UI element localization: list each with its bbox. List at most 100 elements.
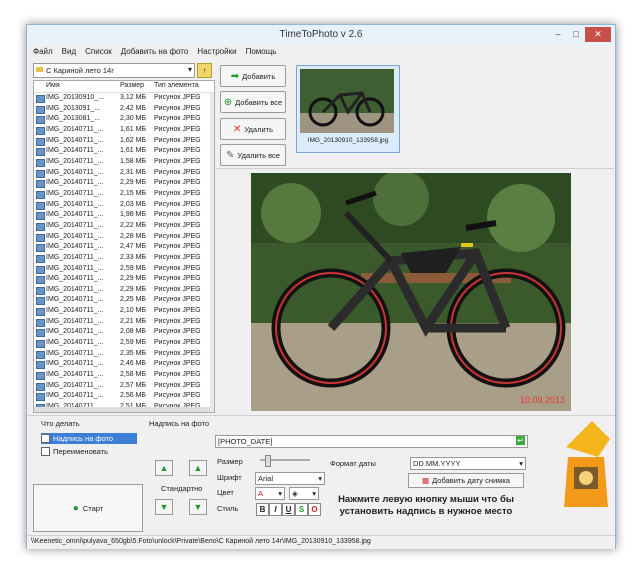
apply-icon[interactable]: ↵ — [516, 436, 525, 445]
vertical-scrollbar[interactable] — [210, 92, 214, 412]
file-row[interactable]: IMG_20140711_... 2,22 МБ Рисунок JPEG — [34, 221, 214, 232]
file-row[interactable]: IMG_20140711_... 2,59 МБ Рисунок JPEG — [34, 338, 214, 349]
chevron-down-icon: ▾ — [519, 459, 523, 468]
checkbox-caption[interactable]: ✓ — [41, 434, 50, 443]
image-file-icon — [36, 393, 45, 402]
fill-color-select[interactable]: ◈ ▾ — [289, 487, 319, 500]
size-slider[interactable] — [260, 455, 310, 467]
placement-hint: Нажмите левую кнопку мыши что бы установ… — [338, 494, 514, 517]
file-row[interactable]: IMG_20140711_... 2,59 МБ Рисунок JPEG — [34, 264, 214, 275]
bold-button[interactable]: B — [256, 503, 269, 516]
move-up-left-button[interactable]: ▲ — [155, 460, 173, 476]
file-type: Рисунок JPEG — [154, 296, 201, 304]
file-row[interactable]: IMG_20140711_... 2,46 МБ Рисунок JPEG — [34, 359, 214, 370]
file-row[interactable]: IMG_20140711_... 2,47 МБ Рисунок JPEG — [34, 242, 214, 253]
file-row[interactable]: IMG_2013081_... 2,30 МБ Рисунок JPEG — [34, 114, 214, 125]
column-type[interactable]: Тип элемента — [154, 82, 199, 89]
file-size: 2,31 МБ — [120, 168, 146, 176]
add-button[interactable]: ➡ Добавить — [220, 65, 286, 87]
move-down-left-button[interactable]: ▼ — [155, 499, 173, 515]
caption-text-input[interactable]: [PHOTO_DATE] ↵ — [215, 435, 528, 448]
window-title: TimeToPhoto v 2.6 — [279, 29, 363, 40]
file-row[interactable]: IMG_20140711_... 2,15 МБ Рисунок JPEG — [34, 189, 214, 200]
outline-button[interactable]: O — [308, 503, 321, 516]
photo-preview[interactable]: 10.09.2013 — [251, 173, 571, 411]
remove-all-button[interactable]: ✎ Удалить все — [220, 144, 286, 166]
menu-view[interactable]: Вид — [62, 45, 76, 58]
date-format-select[interactable]: DD.MM.YYYY ▾ — [410, 457, 526, 470]
file-size: 2,59 МБ — [120, 264, 146, 272]
remove-button[interactable]: ✕ Удалить — [220, 118, 286, 140]
file-row[interactable]: IMG_20140711_... 2,08 МБ Рисунок JPEG — [34, 327, 214, 338]
file-row[interactable]: IMG_2013091_... 2,42 МБ Рисунок JPEG — [34, 104, 214, 115]
slider-thumb[interactable] — [265, 455, 271, 467]
add-all-button[interactable]: ⊕ Добавить все — [220, 91, 286, 113]
file-row[interactable]: IMG_20140711_... 1,98 МБ Рисунок JPEG — [34, 210, 214, 221]
file-row[interactable]: IMG_20140711_... 2,29 МБ Рисунок JPEG — [34, 178, 214, 189]
column-size[interactable]: Размер — [120, 82, 144, 89]
image-file-icon — [36, 297, 45, 306]
add-all-icon: ⊕ — [223, 96, 233, 108]
file-type: Рисунок JPEG — [154, 339, 201, 347]
menu-file[interactable]: Файл — [33, 45, 53, 58]
move-down-right-button[interactable]: ▼ — [189, 499, 207, 515]
horizontal-scrollbar[interactable] — [34, 407, 210, 412]
file-row[interactable]: IMG_20140711_... 1,61 МБ Рисунок JPEG — [34, 125, 214, 136]
minimize-button[interactable]: – — [549, 27, 567, 42]
image-file-icon — [36, 190, 45, 199]
shadow-button[interactable]: S — [295, 503, 308, 516]
maximize-button[interactable]: □ — [567, 27, 585, 42]
file-row[interactable]: IMG_20140711_... 2,58 МБ Рисунок JPEG — [34, 370, 214, 381]
move-up-right-button[interactable]: ▲ — [189, 460, 207, 476]
file-path: \\Keenetic_omni\pulyava_650gb\5.Foto\unl… — [31, 538, 371, 545]
file-row[interactable]: IMG_20140711_... 1,58 МБ Рисунок JPEG — [34, 157, 214, 168]
arrow-right-icon: ➡ — [230, 70, 240, 82]
file-row[interactable]: IMG_20140711_... 2,10 МБ Рисунок JPEG — [34, 306, 214, 317]
file-row[interactable]: IMG_20140711_... 2,29 МБ Рисунок JPEG — [34, 274, 214, 285]
file-type: Рисунок JPEG — [154, 168, 201, 176]
file-size: 2,56 МБ — [120, 392, 146, 400]
chevron-down-icon: ▾ — [278, 489, 282, 498]
date-stamp-overlay[interactable]: 10.09.2013 — [520, 395, 565, 405]
add-date-button[interactable]: ▦ Добавить дату снимка — [408, 473, 524, 488]
italic-button[interactable]: I — [269, 503, 282, 516]
file-row[interactable]: IMG_20140711_... 1,61 МБ Рисунок JPEG — [34, 146, 214, 157]
file-row[interactable]: IMG_20140711_... 2,21 МБ Рисунок JPEG — [34, 317, 214, 328]
add-date-button-label: Добавить дату снимка — [432, 476, 510, 485]
file-size: 2,33 МБ — [120, 253, 146, 261]
caption-text-value: [PHOTO_DATE] — [218, 437, 273, 446]
image-file-icon — [36, 222, 45, 231]
menu-add-to-photo[interactable]: Добавить на фото — [121, 45, 189, 58]
file-row[interactable]: IMG_20140711_... 2,03 МБ Рисунок JPEG — [34, 200, 214, 211]
file-row[interactable]: IMG_20140711_... 2,33 МБ Рисунок JPEG — [34, 253, 214, 264]
file-list[interactable]: Имя Размер Тип элемента IMG_20130910_...… — [33, 80, 215, 413]
file-row[interactable]: IMG_20140711_... 2,57 МБ Рисунок JPEG — [34, 381, 214, 392]
file-name: IMG_20140711_... — [46, 275, 104, 283]
file-row[interactable]: IMG_20140711_... 2,31 МБ Рисунок JPEG — [34, 168, 214, 179]
file-row[interactable]: IMG_20140711_... 2,35 МБ Рисунок JPEG — [34, 349, 214, 360]
option-rename[interactable]: Переименовать — [41, 446, 137, 457]
folder-select[interactable]: С Кариной лето 14г ▾ — [33, 63, 195, 78]
column-name[interactable]: Имя — [46, 82, 60, 89]
option-caption-on-photo[interactable]: ✓ Надпись на фото — [41, 433, 137, 444]
image-file-icon — [36, 180, 45, 189]
start-button[interactable]: ● Старт — [33, 484, 143, 532]
folder-up-button[interactable]: ↑ — [197, 63, 212, 78]
font-select[interactable]: Arial ▾ — [255, 472, 325, 485]
chevron-down-icon: ▾ — [187, 65, 192, 74]
file-row[interactable]: IMG_20140711_... 2,25 МБ Рисунок JPEG — [34, 295, 214, 306]
photo-thumbnail[interactable]: IMG_20130910_133958.jpg — [296, 65, 400, 153]
underline-button[interactable]: U — [282, 503, 295, 516]
checkbox-rename[interactable] — [41, 447, 50, 456]
file-row[interactable]: IMG_20140711_... 1,62 МБ Рисунок JPEG — [34, 136, 214, 147]
file-name: IMG_2013091_... — [46, 104, 101, 112]
menu-list[interactable]: Список — [85, 45, 112, 58]
menu-help[interactable]: Помощь — [246, 45, 277, 58]
menu-settings[interactable]: Настройки — [197, 45, 236, 58]
file-row[interactable]: IMG_20140711_... 2,56 МБ Рисунок JPEG — [34, 391, 214, 402]
file-row[interactable]: IMG_20130910_... 3,12 МБ Рисунок JPEG — [34, 93, 214, 104]
close-button[interactable]: ✕ — [585, 27, 611, 42]
file-row[interactable]: IMG_20140711_... 2,28 МБ Рисунок JPEG — [34, 232, 214, 243]
file-row[interactable]: IMG_20140711_... 2,29 МБ Рисунок JPEG — [34, 285, 214, 296]
text-color-select[interactable]: A ▾ — [255, 487, 285, 500]
